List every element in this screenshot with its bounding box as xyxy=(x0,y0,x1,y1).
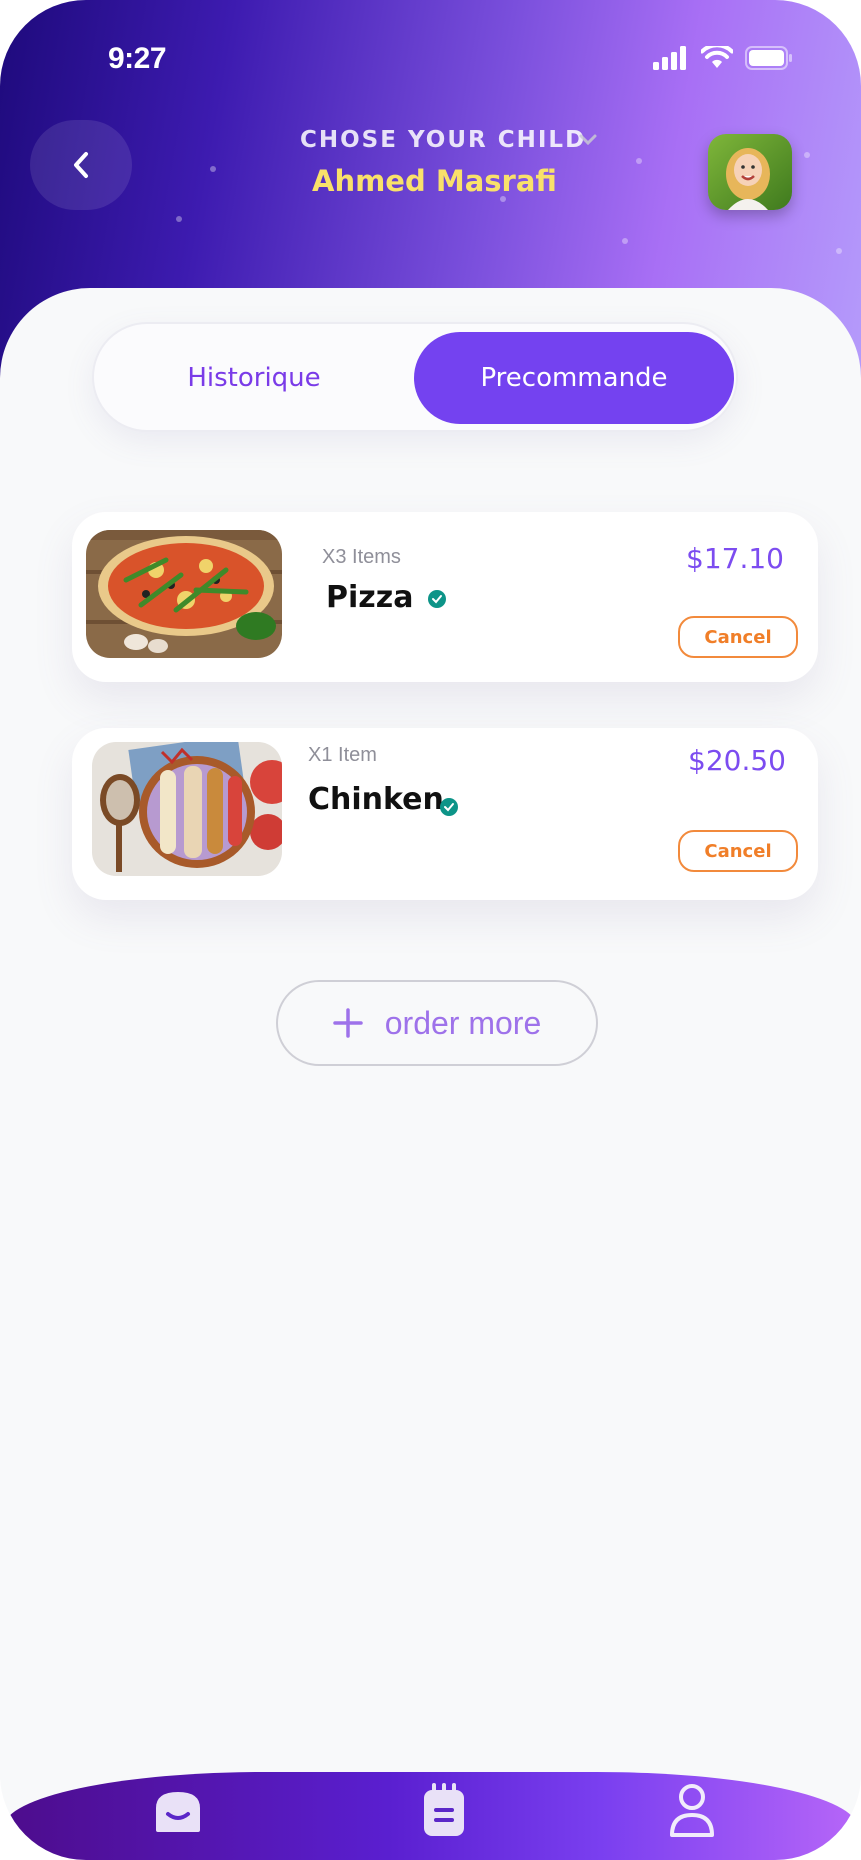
cancel-button[interactable]: Cancel xyxy=(678,616,798,658)
tab-precommande[interactable]: Precommande xyxy=(414,332,734,424)
verified-icon xyxy=(440,798,458,816)
nav-home[interactable] xyxy=(148,1780,208,1840)
battery-icon xyxy=(745,46,792,70)
order-quantity: X3 Items xyxy=(322,546,401,568)
child-name[interactable]: Ahmed Masrafi xyxy=(312,164,557,198)
child-avatar[interactable] xyxy=(708,134,792,210)
signal-icon xyxy=(653,46,686,70)
order-more-button[interactable]: order more xyxy=(276,980,598,1066)
chevron-down-icon[interactable] xyxy=(578,132,598,148)
order-name: Chinken xyxy=(308,782,444,817)
order-quantity: X1 Item xyxy=(308,744,377,766)
pizza-image xyxy=(86,530,282,658)
acai-bowl-image xyxy=(92,742,282,876)
wifi-icon xyxy=(701,46,733,68)
nav-profile[interactable] xyxy=(664,1780,720,1840)
order-more-label: order more xyxy=(384,1004,542,1041)
order-price: $20.50 xyxy=(688,744,786,777)
app-screen: 9:27 CHOSE YOUR CHILD Ahmed Masrafi Hist… xyxy=(0,0,861,1860)
order-name: Pizza xyxy=(326,580,414,615)
profile-icon xyxy=(670,1784,714,1837)
cancel-button[interactable]: Cancel xyxy=(678,830,798,872)
nav-notepad[interactable] xyxy=(414,1780,474,1840)
order-tabs: Historique Precommande xyxy=(92,322,738,432)
notepad-icon xyxy=(424,1783,464,1836)
order-card: X3 Items Pizza $17.10 Cancel xyxy=(72,512,818,682)
choose-child-label[interactable]: CHOSE YOUR CHILD xyxy=(300,127,586,153)
status-time: 9:27 xyxy=(108,42,167,75)
tab-historique[interactable]: Historique xyxy=(104,332,404,424)
verified-icon xyxy=(428,590,446,608)
order-price: $17.10 xyxy=(686,542,784,575)
status-icons xyxy=(653,46,793,70)
chevron-left-icon xyxy=(74,152,88,178)
home-icon xyxy=(156,1792,200,1832)
order-card: X1 Item Chinken $20.50 Cancel xyxy=(72,728,818,900)
plus-icon xyxy=(333,1008,363,1038)
back-button[interactable] xyxy=(30,120,132,210)
